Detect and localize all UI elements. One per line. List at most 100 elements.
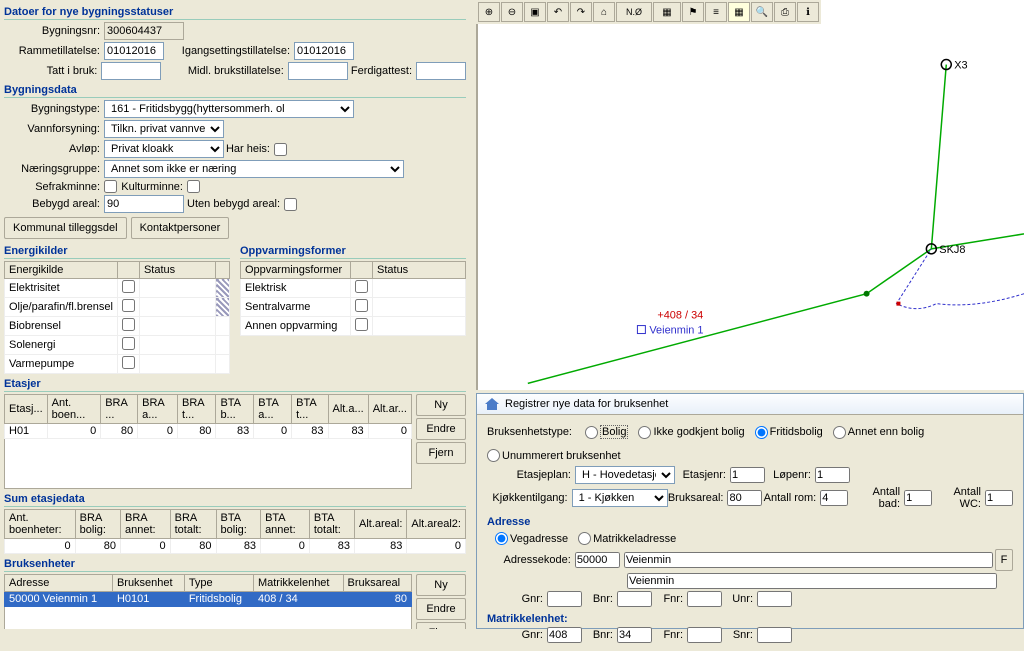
tatt-field[interactable] <box>101 62 161 80</box>
lopenr-field[interactable] <box>815 467 850 483</box>
tool-home-icon[interactable]: ⌂ <box>593 2 615 22</box>
bruksareal-label: Bruksareal: <box>668 492 728 504</box>
kultur-checkbox[interactable] <box>187 180 200 193</box>
units-ny-button[interactable]: Ny <box>416 574 466 596</box>
tool-search-icon[interactable]: 🔍 <box>751 2 773 22</box>
energy-check-3[interactable] <box>122 337 135 350</box>
m-gnr-field[interactable] <box>547 627 582 643</box>
floors-fjern-button[interactable]: Fjern <box>416 442 466 464</box>
tool-flag-icon[interactable]: ⚑ <box>682 2 704 22</box>
heis-checkbox[interactable] <box>274 143 287 156</box>
adresse-lookup-button[interactable]: F <box>995 549 1013 571</box>
adresse-head: Adresse <box>487 516 1013 528</box>
tool-grid-icon[interactable]: ▦ <box>728 2 750 22</box>
radio-fritid[interactable] <box>755 426 768 439</box>
floors-ny-button[interactable]: Ny <box>416 394 466 416</box>
radio-annet[interactable] <box>833 426 846 439</box>
gnr-label: Gnr: <box>487 593 547 605</box>
floors-grid[interactable]: Etasj...Ant. boen...BRA ...BRA a...BRA t… <box>4 394 412 439</box>
lopenr-label: Løpenr: <box>765 469 815 481</box>
m-fnr-field[interactable] <box>687 627 722 643</box>
type-label: Bygningstype: <box>4 103 104 115</box>
tool-extent-icon[interactable]: ▦ <box>653 2 681 22</box>
floors-endre-button[interactable]: Endre <box>416 418 466 440</box>
radio-ikke[interactable] <box>638 426 651 439</box>
radio-bolig[interactable] <box>585 426 598 439</box>
avlop-select[interactable]: Privat kloakk <box>104 140 224 158</box>
heat-check-2[interactable] <box>355 318 368 331</box>
tool-zoom-window-icon[interactable]: ▣ <box>524 2 546 22</box>
adressenavn-field[interactable] <box>624 552 993 568</box>
heat-check-1[interactable] <box>355 299 368 312</box>
kjokken-select[interactable]: 1 - Kjøkken <box>572 489 668 507</box>
units-fjern-button[interactable]: Fjern <box>416 622 466 629</box>
rammetillatelse-label: Rammetillatelse: <box>4 45 104 57</box>
etasje-select[interactable]: H - Hovedetasje <box>575 466 675 484</box>
kontakt-button[interactable]: Kontaktpersoner <box>131 217 230 239</box>
bebygd-field[interactable] <box>104 195 184 213</box>
table-row: 50000 Veienmin 1H0101Fritidsbolig408 / 3… <box>5 592 412 607</box>
vann-select[interactable]: Tilkn. privat vannverk <box>104 120 224 138</box>
fnr-field <box>687 591 722 607</box>
map-label-x3: X3 <box>954 60 967 72</box>
sefrak-checkbox[interactable] <box>104 180 117 193</box>
units-endre-button[interactable]: Endre <box>416 598 466 620</box>
ferdig-label: Ferdigattest: <box>348 65 416 77</box>
radio-vegadresse[interactable] <box>495 532 508 545</box>
section-sumfloor: Sum etasjedata <box>4 493 466 507</box>
tatt-label: Tatt i bruk: <box>4 65 101 77</box>
kommunal-button[interactable]: Kommunal tilleggsdel <box>4 217 127 239</box>
energy-check-2[interactable] <box>122 318 135 331</box>
naering-select[interactable]: Annet som ikke er næring <box>104 160 404 178</box>
radio-unum[interactable] <box>487 449 500 462</box>
tool-print-icon[interactable]: ⎙ <box>774 2 796 22</box>
etasjenr-field[interactable] <box>730 467 765 483</box>
map-toolbar: ⊕ ⊖ ▣ ↶ ↷ ⌂ N.Ø ▦ ⚑ ≡ ▦ 🔍 ⎙ ℹ <box>476 0 821 24</box>
bygningsnr-field <box>104 22 184 40</box>
tool-zoom-out-icon[interactable]: ⊖ <box>501 2 523 22</box>
antallrom-field[interactable] <box>820 490 848 506</box>
radio-matrikkeladresse[interactable] <box>578 532 591 545</box>
tool-info-icon[interactable]: ℹ <box>797 2 819 22</box>
heis-label: Har heis: <box>224 143 274 155</box>
unr-label: Unr: <box>722 593 757 605</box>
map-label-408: +408 / 34 <box>657 310 703 322</box>
avlop-label: Avløp: <box>4 143 104 155</box>
energy-check-4[interactable] <box>122 356 135 369</box>
type-select[interactable]: 161 - Fritidsbygg(hyttersommerh. ol <box>104 100 354 118</box>
bruksenhetstype-label: Bruksenhetstype: <box>487 426 575 438</box>
antallwc-label: Antall WC: <box>932 486 985 510</box>
m-bnr-field[interactable] <box>617 627 652 643</box>
units-grid[interactable]: AdresseBruksenhetTypeMatrikkelenhetBruks… <box>4 574 412 607</box>
tool-back-icon[interactable]: ↶ <box>547 2 569 22</box>
energy-grid: EnergikildeStatus Elektrisitet Olje/para… <box>4 261 230 374</box>
utenbebygd-checkbox[interactable] <box>284 198 297 211</box>
register-dialog: Registrer nye data for bruksenhet Brukse… <box>476 393 1024 629</box>
tool-scale-icon[interactable]: N.Ø <box>616 2 652 22</box>
energy-check-1[interactable] <box>122 299 135 312</box>
igang-label: Igangsettingstillatelse: <box>164 45 294 57</box>
tool-layers-icon[interactable]: ≡ <box>705 2 727 22</box>
midl-label: Midl. brukstillatelse: <box>161 65 288 77</box>
section-units: Bruksenheter <box>4 558 466 572</box>
rammetillatelse-field[interactable] <box>104 42 164 60</box>
heat-check-0[interactable] <box>355 280 368 293</box>
igang-field[interactable] <box>294 42 354 60</box>
dialog-title-bar: Registrer nye data for bruksenhet <box>477 394 1023 415</box>
naering-label: Næringsgruppe: <box>4 163 104 175</box>
map-canvas[interactable]: X3 SKJ8 +408 / 34 Veienmin 1 <box>476 0 1024 390</box>
adressekode-field[interactable] <box>575 552 620 568</box>
kjokken-label: Kjøkkentilgang: <box>487 492 572 504</box>
bruksareal-field[interactable] <box>727 490 762 506</box>
antallwc-field[interactable] <box>985 490 1013 506</box>
energy-check-0[interactable] <box>122 280 135 293</box>
antallbad-field[interactable] <box>904 490 932 506</box>
m-gnr-label: Gnr: <box>487 629 547 641</box>
section-heating: Oppvarmingsformer <box>240 245 466 259</box>
ferdig-field[interactable] <box>416 62 466 80</box>
midl-field[interactable] <box>288 62 348 80</box>
m-snr-field[interactable] <box>757 627 792 643</box>
tool-zoom-in-icon[interactable]: ⊕ <box>478 2 500 22</box>
tool-forward-icon[interactable]: ↷ <box>570 2 592 22</box>
dialog-title: Registrer nye data for bruksenhet <box>505 398 668 410</box>
